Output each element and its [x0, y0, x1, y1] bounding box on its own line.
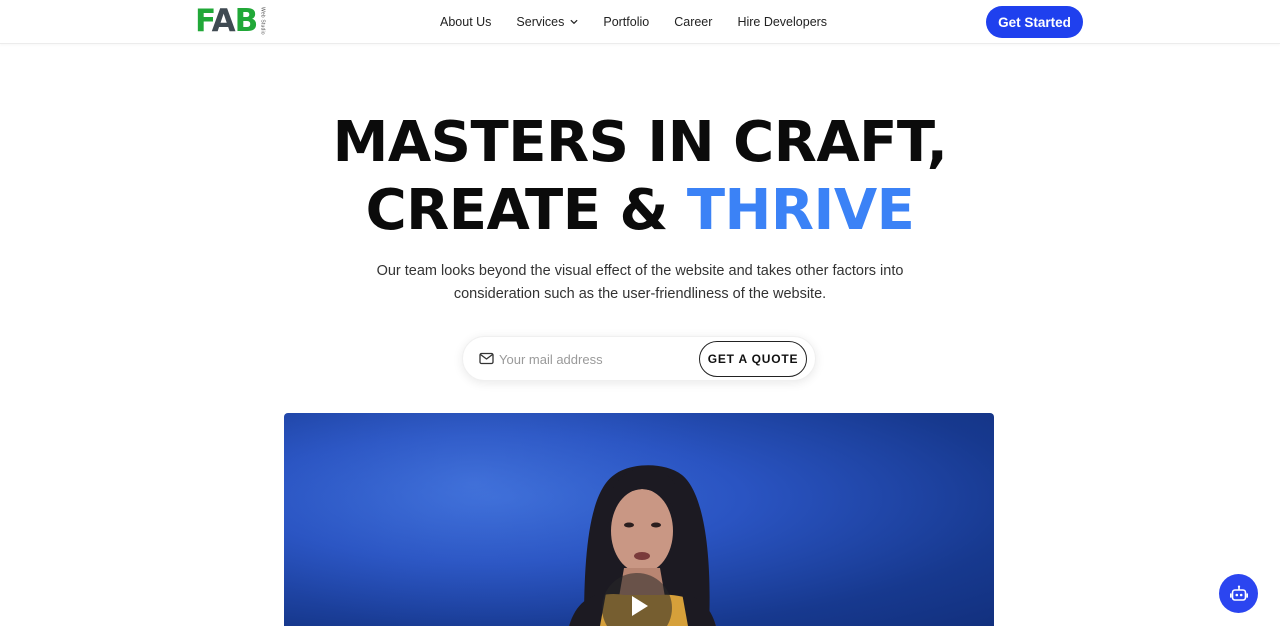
intro-video[interactable]: [284, 413, 994, 626]
nav-career[interactable]: Career: [674, 15, 712, 29]
logo-wordmark: FAB: [195, 3, 258, 39]
logo-tagline: Web Studio: [259, 7, 266, 35]
hero-headline-accent: THRIVE: [686, 178, 915, 243]
email-input[interactable]: [499, 348, 689, 370]
nav-about-us[interactable]: About Us: [440, 15, 491, 29]
hero-subtitle: Our team looks beyond the visual effect …: [376, 263, 904, 302]
play-icon: [632, 596, 648, 616]
nav-portfolio[interactable]: Portfolio: [603, 15, 649, 29]
nav-hire-developers[interactable]: Hire Developers: [737, 15, 827, 29]
chatbot-button[interactable]: [1219, 574, 1258, 613]
get-a-quote-button[interactable]: GET A QUOTE: [699, 341, 807, 377]
mail-icon: [479, 352, 494, 365]
robot-icon: [1229, 585, 1248, 601]
get-started-button[interactable]: Get Started: [986, 6, 1083, 38]
hero-headline-line1: MASTERS IN CRAFT,: [332, 110, 948, 175]
quote-form: GET A QUOTE: [462, 336, 816, 381]
nav-services[interactable]: Services: [516, 15, 578, 29]
hero-headline-line2: CREATE & THRIVE: [0, 177, 1280, 245]
fab-logo[interactable]: FAB Web Studio: [195, 3, 266, 39]
hero-headline-prefix: CREATE &: [365, 178, 687, 243]
main-nav: About Us Services Portfolio Career Hire …: [440, 0, 827, 44]
top-navbar: FAB Web Studio About Us Services Portfol…: [0, 0, 1280, 44]
chevron-down-icon: [570, 19, 578, 24]
